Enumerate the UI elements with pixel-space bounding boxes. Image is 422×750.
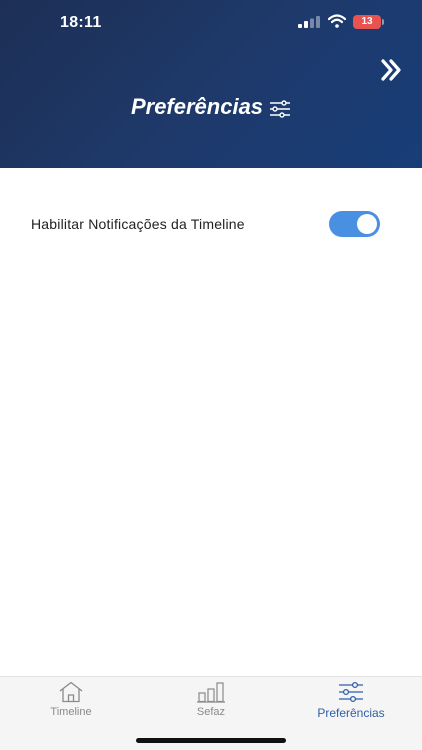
cellular-signal-icon bbox=[298, 16, 320, 28]
home-icon bbox=[59, 681, 83, 703]
battery-icon: 13 bbox=[353, 15, 385, 29]
bar-chart-icon bbox=[197, 682, 225, 703]
sliders-icon bbox=[339, 681, 363, 703]
double-chevron-right-icon[interactable] bbox=[380, 58, 404, 82]
setting-label: Habilitar Notificações da Timeline bbox=[31, 216, 245, 232]
status-time: 18:11 bbox=[60, 14, 102, 31]
setting-row-timeline-notifications: Habilitar Notificações da Timeline bbox=[0, 206, 422, 242]
battery-level: 13 bbox=[353, 15, 381, 29]
page-title-wrap: Preferências bbox=[0, 92, 422, 122]
status-bar: 18:11 13 bbox=[0, 0, 422, 46]
tab-label: Preferências bbox=[317, 706, 385, 720]
tab-label: Timeline bbox=[50, 706, 92, 718]
home-indicator bbox=[136, 738, 286, 743]
toggle-knob bbox=[357, 214, 377, 234]
tab-label: Sefaz bbox=[196, 706, 226, 718]
notifications-toggle[interactable] bbox=[329, 211, 380, 237]
sliders-icon bbox=[270, 99, 291, 118]
tab-preferencias[interactable]: Preferências bbox=[305, 677, 397, 727]
page-title: Preferências bbox=[130, 94, 264, 119]
battery-cap bbox=[382, 19, 384, 25]
tab-timeline[interactable]: Timeline bbox=[40, 677, 102, 727]
header: 18:11 13 Preferências bbox=[0, 0, 422, 168]
tab-sefaz[interactable]: Sefaz bbox=[181, 677, 241, 727]
wifi-icon bbox=[328, 14, 346, 28]
